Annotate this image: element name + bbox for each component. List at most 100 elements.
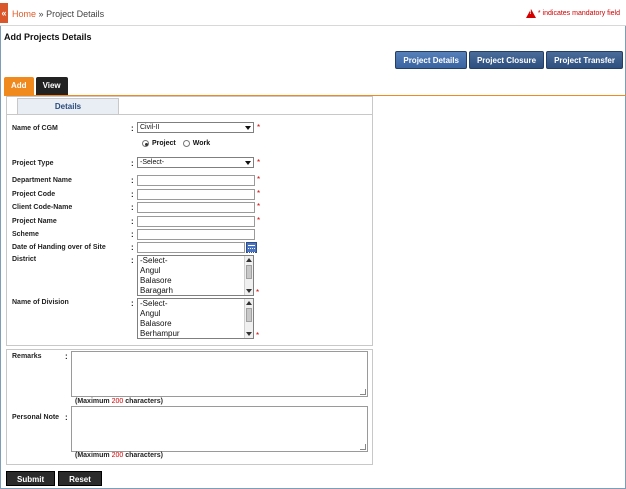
mandatory-note: * indicates mandatory field [525, 9, 620, 18]
department-name-colon: : [131, 176, 134, 185]
tab-view[interactable]: View [35, 77, 68, 95]
client-code-name-input[interactable] [137, 202, 255, 213]
warning-icon [525, 9, 536, 18]
project-code-required: * [257, 189, 261, 198]
project-closure-button[interactable]: Project Closure [468, 51, 545, 69]
remarks-max-number: 200 [111, 398, 124, 405]
cgm-colon: : [131, 124, 134, 133]
district-option[interactable]: Angul [138, 266, 253, 276]
district-option[interactable]: Baragarh [138, 286, 253, 295]
project-code-input[interactable] [137, 189, 255, 200]
client-code-name-label: Client Code-Name [12, 204, 73, 211]
remarks-colon: : [65, 352, 68, 361]
project-type-select-value: -Select- [140, 159, 165, 166]
personal-note-max-note: (Maximum 200 characters) [75, 452, 163, 459]
scroll-down-icon[interactable] [246, 332, 252, 336]
resize-handle-icon[interactable] [360, 389, 366, 395]
project-details-button[interactable]: Project Details [395, 51, 467, 69]
department-name-input[interactable] [137, 175, 255, 186]
cgm-label: Name of CGM [12, 125, 58, 132]
department-name-label: Department Name [12, 177, 72, 184]
page-title: Add Projects Details [4, 32, 92, 42]
home-tab[interactable]: « [0, 3, 8, 23]
top-button-group: Project Details Project Closure Project … [395, 51, 623, 69]
form-actions: Submit Reset [6, 471, 102, 486]
breadcrumb: Home » Project Details [12, 9, 104, 19]
personal-note-label: Personal Note [12, 414, 60, 421]
project-radio[interactable] [142, 140, 149, 147]
division-scrollbar[interactable] [244, 299, 253, 338]
client-code-name-colon: : [131, 203, 134, 212]
calendar-icon[interactable] [246, 242, 257, 253]
project-type-select[interactable]: -Select- [137, 157, 254, 168]
scheme-label: Scheme [12, 231, 39, 238]
project-name-required: * [257, 216, 261, 225]
handing-over-date-input[interactable] [137, 242, 245, 253]
project-type-label: Project Type [12, 160, 54, 167]
district-label: District [12, 256, 37, 263]
work-radio-label: Work [192, 140, 211, 147]
personal-note-textarea[interactable] [71, 406, 368, 452]
mandatory-note-text: * indicates mandatory field [537, 10, 620, 17]
district-required: * [256, 288, 260, 297]
district-option[interactable]: Balasore [138, 276, 253, 286]
breadcrumb-home-link[interactable]: Home [12, 9, 36, 19]
handing-over-date-label: Date of Handing over of Site [12, 244, 106, 251]
district-option[interactable]: -Select- [138, 256, 253, 266]
project-radio-label: Project [152, 140, 176, 147]
remarks-textarea[interactable] [71, 351, 368, 397]
scheme-input[interactable] [137, 229, 255, 240]
division-listbox[interactable]: -Select- Angul Balasore Berhampur [137, 298, 254, 339]
project-type-required: * [257, 158, 261, 167]
details-divider [7, 114, 372, 115]
tab-bar: Add View [4, 77, 68, 95]
scroll-thumb[interactable] [246, 265, 252, 279]
personal-note-colon: : [65, 413, 68, 422]
breadcrumb-separator: » [38, 9, 44, 19]
project-code-colon: : [131, 190, 134, 199]
district-scrollbar[interactable] [244, 256, 253, 295]
project-transfer-button[interactable]: Project Transfer [546, 51, 623, 69]
project-name-colon: : [131, 217, 134, 226]
scroll-down-icon[interactable] [246, 289, 252, 293]
personal-note-max-number: 200 [111, 452, 124, 459]
work-radio[interactable] [182, 140, 190, 147]
division-option[interactable]: Berhampur [138, 329, 253, 338]
division-option[interactable]: -Select- [138, 299, 253, 309]
remarks-max-note: (Maximum 200 characters) [75, 398, 163, 405]
division-label: Name of Division [12, 299, 69, 306]
scheme-colon: : [131, 230, 134, 239]
details-section-tab[interactable]: Details [17, 98, 119, 114]
scroll-up-icon[interactable] [246, 258, 252, 262]
handing-over-date-colon: : [131, 243, 134, 252]
cgm-select[interactable]: Civil-II [137, 122, 254, 133]
personal-note-max-suffix: characters) [125, 452, 163, 459]
project-code-label: Project Code [12, 191, 56, 198]
top-bar: « Home » Project Details * indicates man… [0, 0, 626, 26]
chevron-down-icon [245, 161, 251, 165]
scroll-thumb[interactable] [246, 308, 252, 322]
division-required: * [256, 331, 260, 340]
cgm-required: * [257, 123, 261, 132]
district-listbox[interactable]: -Select- Angul Balasore Baragarh [137, 255, 254, 296]
project-name-label: Project Name [12, 218, 57, 225]
department-name-required: * [257, 175, 261, 184]
submit-button[interactable]: Submit [6, 471, 56, 486]
client-code-name-required: * [257, 202, 261, 211]
division-option[interactable]: Angul [138, 309, 253, 319]
reset-button[interactable]: Reset [58, 471, 102, 486]
project-name-input[interactable] [137, 216, 255, 227]
division-colon: : [131, 299, 134, 308]
scroll-up-icon[interactable] [246, 301, 252, 305]
tab-add[interactable]: Add [4, 77, 34, 95]
breadcrumb-current: Project Details [46, 9, 105, 19]
remarks-label: Remarks [12, 353, 42, 360]
district-colon: : [131, 256, 134, 265]
cgm-select-value: Civil-II [140, 124, 160, 131]
division-option[interactable]: Balasore [138, 319, 253, 329]
remarks-max-prefix: (Maximum [75, 398, 110, 405]
project-type-colon: : [131, 159, 134, 168]
personal-note-max-prefix: (Maximum [75, 452, 110, 459]
resize-handle-icon[interactable] [360, 444, 366, 450]
chevron-down-icon [245, 126, 251, 130]
